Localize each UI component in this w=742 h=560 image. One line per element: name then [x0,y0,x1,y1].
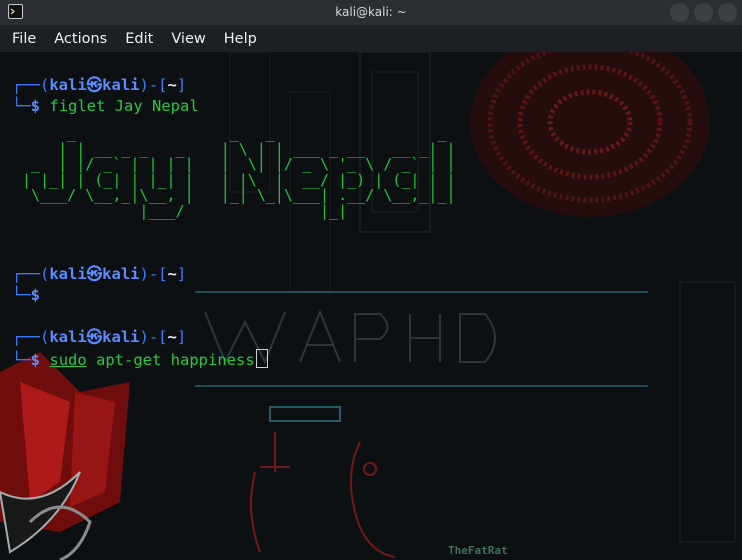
prompt-user: kali [49,328,87,346]
prompt-symbol: $ [30,286,41,304]
command-input[interactable]: sudo apt-get happiness [49,351,254,369]
window-title: kali@kali: ~ [335,5,407,19]
terminal-area[interactable]: TheFatRat ┌──(kali㉿kali)-[~] └─$ figlet … [0,52,742,560]
prompt-host: kali [102,265,140,283]
menu-file[interactable]: File [6,31,42,47]
prompt-header-3: ┌──(kali㉿kali)-[~] [12,328,187,346]
prompt-header-1: ┌──(kali㉿kali)-[~] [12,76,187,94]
menu-help[interactable]: Help [218,31,263,47]
title-bar[interactable]: kali@kali: ~ [0,0,742,25]
minimize-button[interactable] [670,3,689,22]
prompt-host: kali [102,328,140,346]
close-button[interactable] [718,3,737,22]
command-line-1: └─$ figlet Jay Nepal [12,97,199,115]
prompt-host: kali [102,76,140,94]
terminal-window: kali@kali: ~ File Actions Edit View Help [0,0,742,560]
prompt-symbol: $ [30,97,41,115]
command-line-2: └─$ [12,286,41,304]
figlet-line: |___/ |_| [13,201,456,220]
text-cursor [255,349,268,368]
prompt-header-2: ┌──(kali㉿kali)-[~] [12,265,187,283]
menu-bar: File Actions Edit View Help [0,25,742,52]
prompt-dir: ~ [167,76,177,94]
menu-edit[interactable]: Edit [119,31,159,47]
command-text-1: figlet Jay Nepal [49,97,199,115]
prompt-user: kali [49,76,87,94]
wallpaper-credit: TheFatRat [448,544,508,557]
maximize-button[interactable] [694,3,713,22]
prompt-dir: ~ [167,328,177,346]
menu-actions[interactable]: Actions [48,31,113,47]
command-line-3[interactable]: └─$ sudo apt-get happiness [12,349,268,370]
prompt-dir: ~ [167,265,177,283]
menu-view[interactable]: View [165,31,211,47]
figlet-output: _ _ _ _ | | __ _ _ _ | \ | | ___ _ __ __… [13,125,456,220]
prompt-user: kali [49,265,87,283]
prompt-symbol: $ [30,351,41,369]
